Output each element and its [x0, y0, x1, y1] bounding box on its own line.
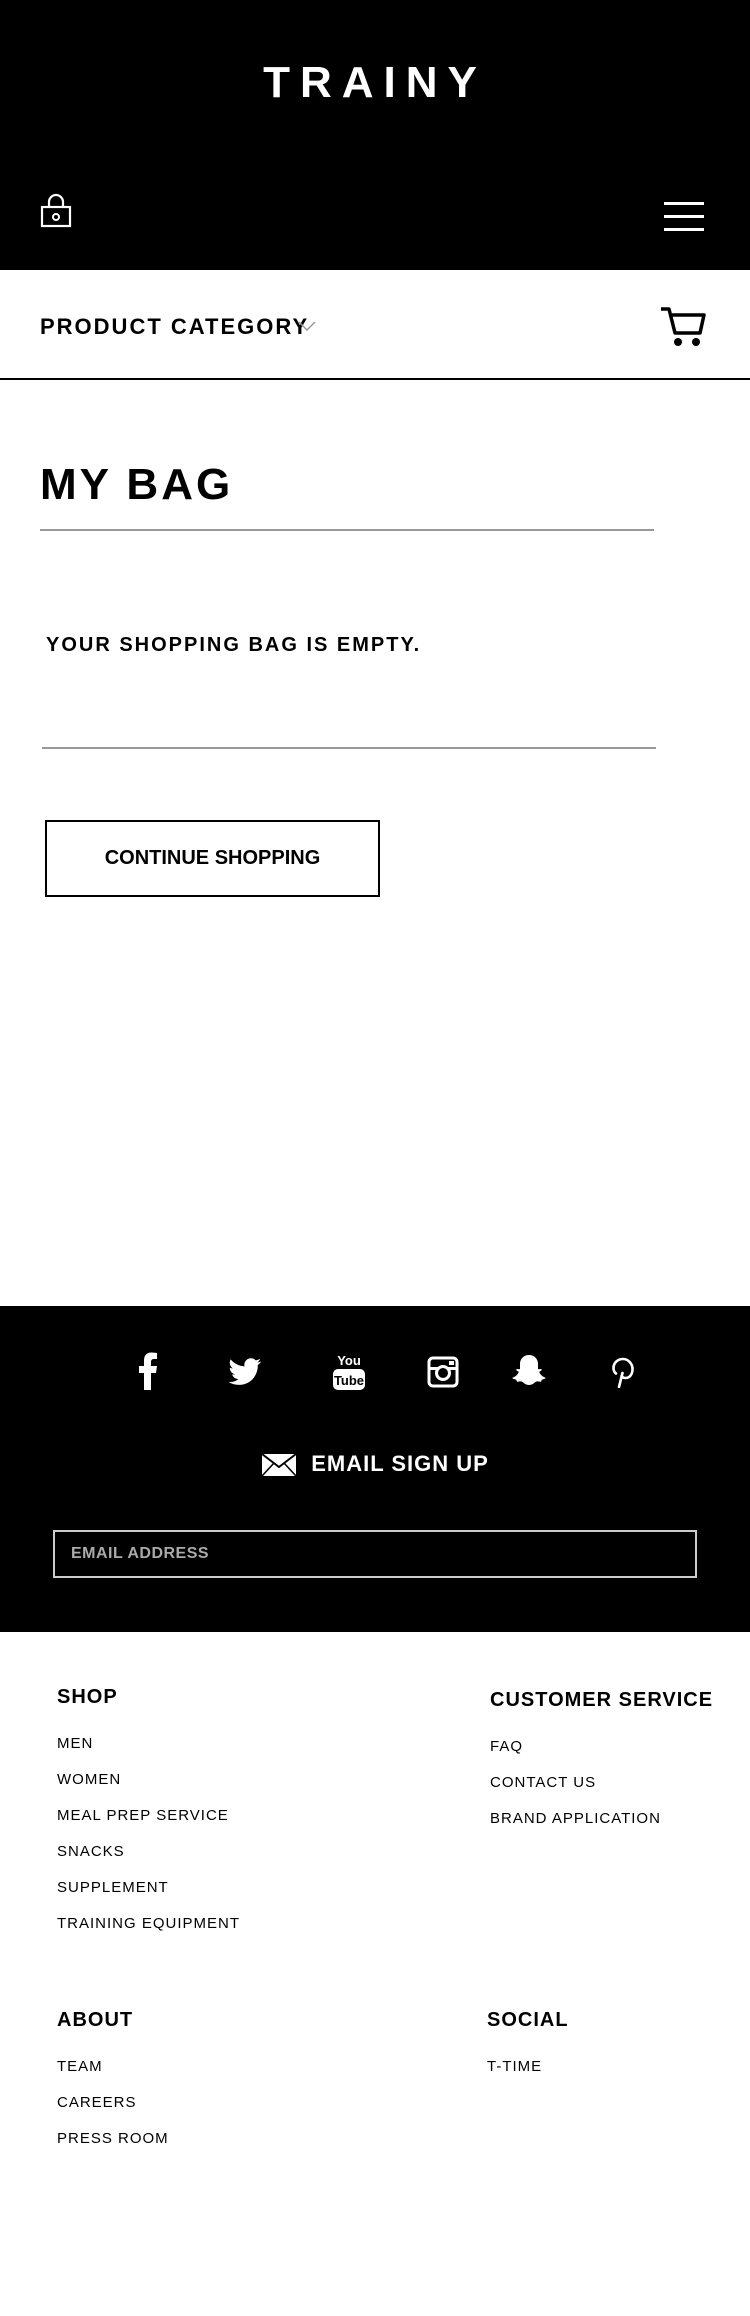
email-signup: EMAIL SIGN UP — [0, 1451, 750, 1477]
page-title: MY BAG — [40, 460, 234, 509]
site-header: TRAINY — [0, 0, 750, 270]
site-logo[interactable]: TRAINY — [0, 58, 750, 108]
footer-link-women[interactable]: WOMEN — [57, 1771, 121, 1788]
empty-bag-message: YOUR SHOPPING BAG IS EMPTY. — [46, 634, 422, 656]
footer-link-snacks[interactable]: SNACKS — [57, 1843, 125, 1860]
divider — [40, 529, 654, 531]
footer-link-men[interactable]: MEN — [57, 1735, 93, 1752]
chevron-down-icon[interactable] — [298, 317, 316, 335]
facebook-icon[interactable] — [138, 1352, 158, 1390]
footer-link-press-room[interactable]: PRESS ROOM — [57, 2130, 169, 2147]
footer-link-faq[interactable]: FAQ — [490, 1738, 523, 1755]
page: TRAINY PRODUCT CATEGORY MY BAG YOUR SHOP… — [0, 0, 750, 2316]
footer-link-meal-prep-service[interactable]: MEAL PREP SERVICE — [57, 1807, 229, 1824]
footer-link-t-time[interactable]: T-TIME — [487, 2058, 542, 2075]
svg-text:Tube: Tube — [334, 1373, 364, 1388]
category-bar: PRODUCT CATEGORY — [0, 270, 750, 380]
pinterest-icon[interactable] — [611, 1356, 635, 1388]
lock-icon[interactable] — [40, 192, 72, 228]
footer-link-training-equipment[interactable]: TRAINING EQUIPMENT — [57, 1915, 240, 1932]
about-heading: ABOUT — [57, 2009, 134, 2031]
envelope-icon — [261, 1453, 297, 1477]
email-signup-label: EMAIL SIGN UP — [311, 1451, 489, 1476]
divider — [42, 747, 656, 749]
snapchat-icon[interactable] — [511, 1354, 547, 1388]
email-address-input[interactable] — [53, 1530, 697, 1578]
hamburger-menu-icon[interactable] — [664, 200, 704, 232]
youtube-icon[interactable]: You Tube — [332, 1352, 366, 1392]
social-heading: SOCIAL — [487, 2009, 569, 2031]
customer-service-heading: CUSTOMER SERVICE — [490, 1689, 714, 1711]
footer-link-careers[interactable]: CAREERS — [57, 2094, 137, 2111]
footer-link-contact-us[interactable]: CONTACT US — [490, 1774, 596, 1791]
cart-icon[interactable] — [660, 306, 706, 348]
instagram-icon[interactable] — [427, 1356, 459, 1388]
svg-text:You: You — [337, 1353, 361, 1368]
twitter-icon[interactable] — [228, 1358, 262, 1386]
footer-link-supplement[interactable]: SUPPLEMENT — [57, 1879, 169, 1896]
footer-link-team[interactable]: TEAM — [57, 2058, 103, 2075]
continue-shopping-button[interactable]: CONTINUE SHOPPING — [45, 820, 380, 897]
footer-link-brand-application[interactable]: BRAND APPLICATION — [490, 1810, 661, 1827]
product-category-dropdown[interactable]: PRODUCT CATEGORY — [40, 314, 309, 340]
footer-band: You Tube EMAIL SIGN UP — [0, 1306, 750, 1632]
shop-heading: SHOP — [57, 1686, 118, 1708]
